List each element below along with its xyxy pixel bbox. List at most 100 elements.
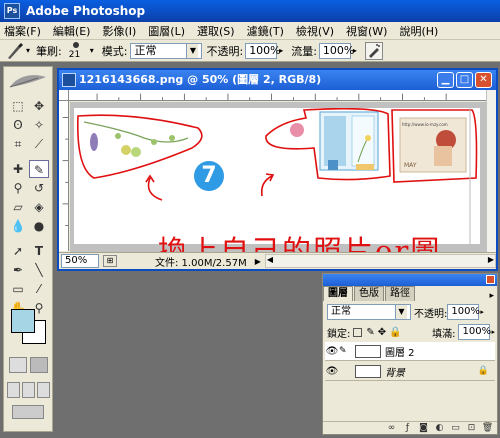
layer-row-background[interactable]: 👁 背景 🔒 bbox=[325, 362, 495, 381]
path-selection-tool-icon[interactable]: ➚ bbox=[8, 242, 28, 260]
menu-view[interactable]: 檢視(V) bbox=[296, 23, 334, 39]
opacity-field[interactable]: 100% bbox=[245, 42, 281, 59]
slice-tool-icon[interactable]: ⟋ bbox=[29, 135, 49, 153]
zoom-field[interactable]: 50% bbox=[61, 254, 99, 268]
document-titlebar[interactable]: 1216143668.png @ 50% (圖層 2, RGB/8) bbox=[59, 70, 496, 90]
foreground-color-swatch[interactable] bbox=[11, 309, 35, 333]
menu-bar: 檔案(F) 編輯(E) 影像(I) 圖層(L) 選取(S) 濾鏡(T) 檢視(V… bbox=[0, 22, 500, 40]
adjustment-layer-icon[interactable]: ◐ bbox=[433, 423, 446, 434]
trash-icon[interactable]: 🗑 bbox=[481, 423, 494, 434]
status-info-icon[interactable]: ⊞ bbox=[103, 255, 117, 267]
healing-brush-tool-icon[interactable]: ✚ bbox=[8, 160, 28, 178]
menu-file[interactable]: 檔案(F) bbox=[4, 23, 41, 39]
link-layers-icon[interactable]: ∞ bbox=[385, 423, 398, 434]
horizontal-ruler[interactable] bbox=[69, 90, 486, 101]
scroll-left-icon[interactable]: ◀ bbox=[267, 255, 273, 264]
toolbox: ⬚ ✥ ʘ ✧ ⌗ ⟋ ✚ ✎ ⚲ ↺ ▱ ◈ 💧 ● ➚ T ✒ ╲ ▭ ⁄ … bbox=[3, 66, 53, 432]
vertical-scrollbar[interactable] bbox=[486, 90, 496, 252]
layer-thumbnail bbox=[355, 364, 381, 378]
flow-arrow-icon[interactable]: ▸ bbox=[353, 46, 357, 55]
clone-stamp-tool-icon[interactable]: ⚲ bbox=[8, 179, 28, 197]
layer-style-icon[interactable]: ƒ bbox=[401, 423, 414, 434]
brush-dropdown-icon[interactable]: ▾ bbox=[90, 46, 94, 55]
lasso-tool-icon[interactable]: ʘ bbox=[8, 116, 28, 134]
tab-channels[interactable]: 色版 bbox=[354, 286, 384, 301]
fill-field[interactable]: 100% bbox=[458, 324, 491, 340]
brush-picker[interactable]: 21 bbox=[64, 41, 90, 61]
opacity-value: 100% bbox=[249, 43, 281, 57]
menu-layer[interactable]: 圖層(L) bbox=[148, 23, 185, 39]
new-layer-icon[interactable]: ⊡ bbox=[465, 423, 478, 434]
palette-tabs: 圖層 色版 路徑 ▸ bbox=[323, 286, 497, 301]
menu-help[interactable]: 說明(H) bbox=[399, 23, 438, 39]
menu-window[interactable]: 視窗(W) bbox=[346, 23, 387, 39]
eraser-tool-icon[interactable]: ▱ bbox=[8, 198, 28, 216]
screen-mode-full-icon[interactable] bbox=[37, 382, 50, 398]
layer-opacity-field[interactable]: 100% bbox=[447, 304, 480, 320]
dodge-tool-icon[interactable]: ● bbox=[29, 217, 49, 235]
palette-close-icon[interactable] bbox=[486, 275, 495, 284]
pen-tool-icon[interactable]: ✒ bbox=[8, 261, 28, 279]
lock-transparency-icon[interactable] bbox=[353, 327, 363, 337]
document-window: 1216143668.png @ 50% (圖層 2, RGB/8) ▁ □ ✕ bbox=[57, 68, 498, 271]
screen-mode-full-menu-icon[interactable] bbox=[22, 382, 35, 398]
quick-mask-mode-icon[interactable] bbox=[30, 357, 48, 373]
close-button[interactable]: ✕ bbox=[475, 72, 492, 88]
new-group-icon[interactable]: ▭ bbox=[449, 423, 462, 434]
vertical-ruler[interactable] bbox=[59, 101, 69, 251]
airbrush-button[interactable] bbox=[364, 41, 383, 60]
palette-titlebar[interactable] bbox=[323, 274, 497, 286]
fill-arrow-icon[interactable]: ▸ bbox=[491, 328, 495, 336]
paint-bucket-tool-icon[interactable]: ◈ bbox=[29, 198, 49, 216]
magic-wand-tool-icon[interactable]: ✧ bbox=[29, 116, 49, 134]
tab-paths[interactable]: 路徑 bbox=[385, 286, 415, 301]
opacity-arrow-icon[interactable]: ▸ bbox=[279, 46, 283, 55]
eyedropper-tool-icon[interactable]: ⁄ bbox=[29, 280, 49, 298]
scroll-right-icon[interactable]: ▶ bbox=[488, 255, 494, 264]
ruler-origin[interactable] bbox=[59, 90, 69, 101]
type-tool-icon[interactable]: T bbox=[29, 242, 49, 260]
eye-icon[interactable]: 👁 bbox=[325, 366, 339, 377]
lock-position-icon[interactable]: ✥ bbox=[378, 327, 386, 338]
layer-mask-icon[interactable]: ◙ bbox=[417, 423, 430, 434]
menu-filter[interactable]: 濾鏡(T) bbox=[247, 23, 284, 39]
tool-preset-dropdown-icon[interactable]: ▾ bbox=[26, 46, 30, 55]
canvas-area[interactable]: http://www.lo-mzy.com MAY 7 換上自己的照片or圖 bbox=[70, 102, 486, 252]
minimize-button[interactable]: ▁ bbox=[437, 72, 454, 88]
eye-icon[interactable]: 👁 bbox=[325, 346, 339, 357]
minimize-icon: ▁ bbox=[441, 74, 450, 85]
screen-mode-standard-icon[interactable] bbox=[7, 382, 20, 398]
menu-edit[interactable]: 編輯(E) bbox=[53, 23, 91, 39]
blur-tool-icon[interactable]: 💧 bbox=[8, 217, 28, 235]
move-tool-icon[interactable]: ✥ bbox=[29, 97, 49, 115]
fill-label: 填滿: bbox=[432, 328, 456, 340]
horizontal-scrollbar[interactable]: ◀ ▶ bbox=[264, 254, 496, 268]
brush-tool-icon-selected[interactable]: ✎ bbox=[29, 160, 49, 178]
notes-tool-icon[interactable]: ▭ bbox=[8, 280, 28, 298]
standard-mode-icon[interactable] bbox=[9, 357, 27, 373]
green-bulb bbox=[131, 147, 141, 157]
brush-link-icon[interactable]: ✎ bbox=[339, 346, 351, 356]
crop-tool-icon[interactable]: ⌗ bbox=[8, 135, 28, 153]
history-brush-tool-icon[interactable]: ↺ bbox=[29, 179, 49, 197]
image-canvas[interactable]: http://www.lo-mzy.com MAY 7 換上自己的照片or圖 bbox=[74, 108, 480, 252]
tab-layers[interactable]: 圖層 bbox=[323, 286, 353, 301]
mode-select[interactable]: 正常 ▼ bbox=[130, 42, 203, 59]
lock-row: 鎖定: ✎ ✥ 🔒 填滿: 100% ▸ bbox=[323, 322, 497, 342]
pink-bird bbox=[290, 123, 304, 137]
maximize-button[interactable]: □ bbox=[456, 72, 473, 88]
layer-opacity-arrow-icon[interactable]: ▸ bbox=[480, 308, 484, 316]
lock-all-icon[interactable]: 🔒 bbox=[389, 327, 401, 338]
brush-tool-icon[interactable] bbox=[4, 42, 26, 60]
shape-tool-icon[interactable]: ╲ bbox=[29, 261, 49, 279]
flow-field[interactable]: 100% bbox=[318, 42, 354, 59]
palette-menu-icon[interactable]: ▸ bbox=[489, 291, 494, 301]
layer-row-active[interactable]: 👁 ✎ 圖層 2 bbox=[325, 342, 495, 361]
menu-select[interactable]: 選取(S) bbox=[197, 23, 235, 39]
marquee-tool-icon[interactable]: ⬚ bbox=[8, 97, 28, 115]
lock-pixels-icon[interactable]: ✎ bbox=[366, 327, 374, 338]
status-menu-arrow-icon[interactable]: ▶ bbox=[255, 257, 261, 266]
blend-mode-select[interactable]: 正常 ▼ bbox=[327, 304, 411, 320]
menu-image[interactable]: 影像(I) bbox=[102, 23, 136, 39]
jump-to-imageready-icon[interactable] bbox=[12, 405, 44, 419]
